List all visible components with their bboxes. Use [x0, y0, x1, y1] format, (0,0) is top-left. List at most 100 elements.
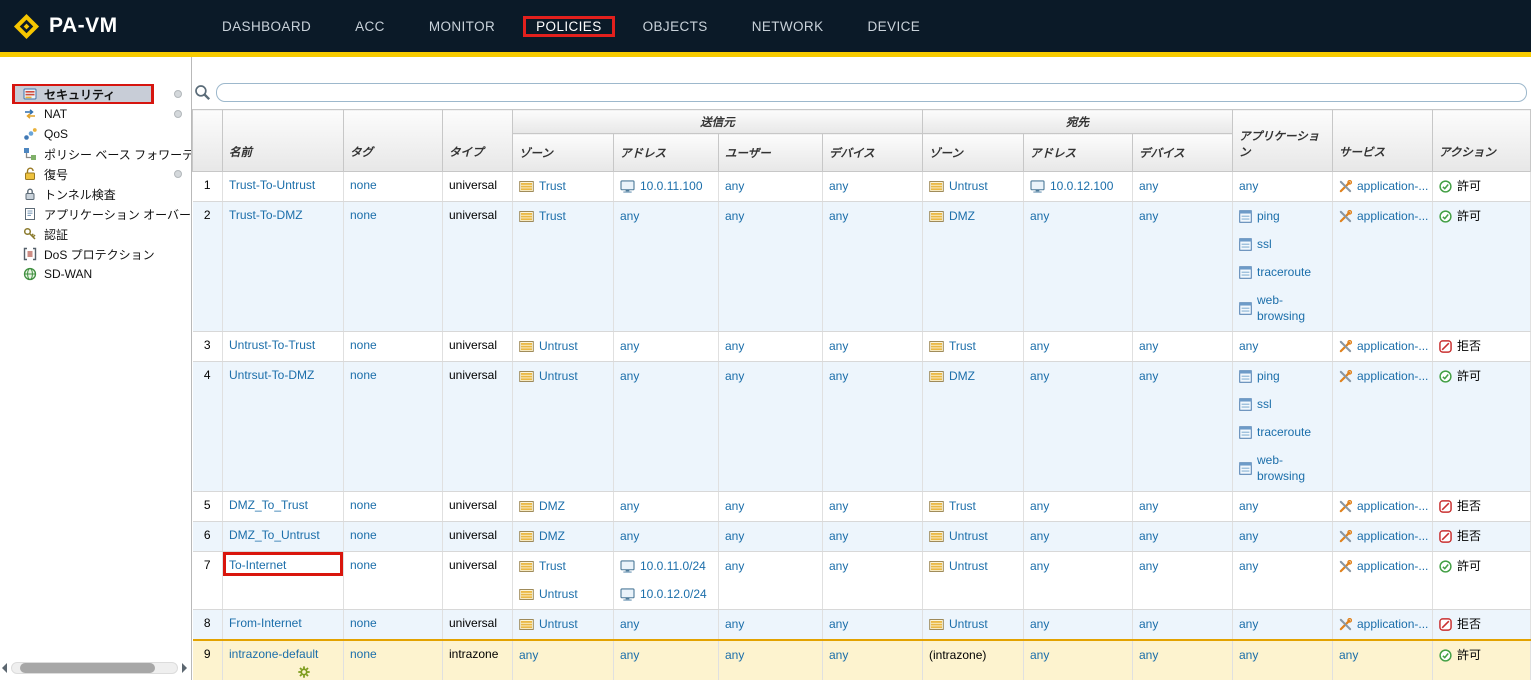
- rule-name-link[interactable]: To-Internet: [229, 558, 286, 572]
- nav-tab-objects[interactable]: OBJECTS: [621, 11, 730, 42]
- cell-value[interactable]: any: [1239, 647, 1258, 663]
- cell-value[interactable]: 10.0.12.100: [1050, 178, 1113, 194]
- rule-row[interactable]: 9intrazone-defaultnoneintrazoneanyanyany…: [193, 640, 1531, 680]
- cell-value[interactable]: any: [1139, 178, 1158, 194]
- cell-value[interactable]: ssl: [1257, 396, 1272, 412]
- cell-value[interactable]: application-...: [1357, 498, 1428, 514]
- tag-value[interactable]: none: [350, 368, 377, 382]
- cell-value[interactable]: 10.0.11.100: [640, 178, 703, 194]
- cell-value[interactable]: any: [1239, 338, 1258, 354]
- cell-value[interactable]: any: [1139, 338, 1158, 354]
- cell-value[interactable]: any: [1139, 558, 1158, 574]
- col-header-type[interactable]: タイプ: [443, 110, 513, 172]
- scroll-left-arrow-icon[interactable]: [2, 663, 7, 673]
- cell-value[interactable]: any: [725, 338, 744, 354]
- cell-value[interactable]: any: [1139, 498, 1158, 514]
- tag-value[interactable]: none: [350, 498, 377, 512]
- cell-value[interactable]: Trust: [949, 338, 976, 354]
- col-header-action[interactable]: アクション: [1433, 110, 1531, 172]
- cell-value[interactable]: Trust: [539, 208, 566, 224]
- col-header-destination-zone[interactable]: ゾーン: [923, 134, 1024, 172]
- sidebar-item-decryption[interactable]: 復号: [0, 164, 191, 184]
- cell-value[interactable]: any: [725, 647, 744, 663]
- cell-value[interactable]: any: [1139, 368, 1158, 384]
- scroll-track[interactable]: [11, 662, 178, 674]
- rule-name-link[interactable]: DMZ_To_Untrust: [229, 528, 320, 542]
- cell-value[interactable]: any: [1239, 558, 1258, 574]
- cell-value[interactable]: any: [829, 647, 848, 663]
- cell-value[interactable]: any: [829, 498, 848, 514]
- cell-value[interactable]: any: [829, 528, 848, 544]
- cell-value[interactable]: any: [829, 368, 848, 384]
- cell-value[interactable]: application-...: [1357, 208, 1428, 224]
- col-header-source-address[interactable]: アドレス: [614, 134, 719, 172]
- rule-row[interactable]: 6DMZ_To_UntrustnoneuniversalDMZanyanyany…: [193, 522, 1531, 552]
- tag-value[interactable]: none: [350, 647, 377, 661]
- scroll-right-arrow-icon[interactable]: [182, 663, 187, 673]
- cell-value[interactable]: application-...: [1357, 558, 1428, 574]
- filter-input[interactable]: [216, 83, 1527, 102]
- cell-value[interactable]: application-...: [1357, 616, 1428, 632]
- rule-name-link[interactable]: DMZ_To_Trust: [229, 498, 308, 512]
- col-header-source-device[interactable]: デバイス: [823, 134, 923, 172]
- cell-value[interactable]: any: [1030, 208, 1049, 224]
- cell-value[interactable]: any: [620, 528, 639, 544]
- nav-tab-network[interactable]: NETWORK: [730, 11, 846, 42]
- cell-value[interactable]: any: [1030, 616, 1049, 632]
- cell-value[interactable]: any: [725, 208, 744, 224]
- cell-value[interactable]: any: [725, 528, 744, 544]
- col-header-source-user[interactable]: ユーザー: [719, 134, 823, 172]
- sidebar-item-security[interactable]: セキュリティ: [0, 84, 191, 104]
- cell-value[interactable]: any: [1339, 647, 1358, 663]
- sidebar-item-dos-protection[interactable]: DoS プロテクション: [0, 244, 191, 264]
- gear-icon[interactable]: [297, 665, 311, 679]
- cell-value[interactable]: any: [1139, 528, 1158, 544]
- cell-value[interactable]: DMZ: [539, 528, 565, 544]
- cell-value[interactable]: any: [1139, 208, 1158, 224]
- cell-value[interactable]: Untrust: [539, 338, 578, 354]
- sidebar-item-nat[interactable]: NAT: [0, 104, 191, 124]
- cell-value[interactable]: any: [829, 616, 848, 632]
- cell-value[interactable]: DMZ: [949, 368, 975, 384]
- tag-value[interactable]: none: [350, 616, 377, 630]
- cell-value[interactable]: DMZ: [539, 498, 565, 514]
- cell-value[interactable]: any: [620, 498, 639, 514]
- cell-value[interactable]: DMZ: [949, 208, 975, 224]
- cell-value[interactable]: any: [725, 178, 744, 194]
- rule-name-link[interactable]: From-Internet: [229, 616, 302, 630]
- col-header-application[interactable]: アプリケーション: [1233, 110, 1333, 172]
- col-header-destination-device[interactable]: デバイス: [1133, 134, 1233, 172]
- cell-value[interactable]: any: [620, 616, 639, 632]
- rule-row[interactable]: 5DMZ_To_TrustnoneuniversalDMZanyanyanyTr…: [193, 492, 1531, 522]
- cell-value[interactable]: any: [1239, 498, 1258, 514]
- rule-name-link[interactable]: Untrust-To-Trust: [229, 338, 315, 352]
- cell-value[interactable]: any: [620, 338, 639, 354]
- rule-row[interactable]: 8From-InternetnoneuniversalUntrustanyany…: [193, 610, 1531, 641]
- cell-value[interactable]: any: [1030, 647, 1049, 663]
- cell-value[interactable]: any: [829, 558, 848, 574]
- cell-value[interactable]: 10.0.12.0/24: [640, 586, 707, 602]
- sidebar-item-sd-wan[interactable]: SD-WAN: [0, 264, 191, 284]
- cell-value[interactable]: any: [620, 647, 639, 663]
- cell-value[interactable]: any: [1139, 647, 1158, 663]
- nav-tab-device[interactable]: DEVICE: [845, 11, 942, 42]
- sidebar-horizontal-scrollbar[interactable]: [2, 661, 187, 675]
- cell-value[interactable]: Untrust: [949, 558, 988, 574]
- sidebar-item-authentication[interactable]: 認証: [0, 224, 191, 244]
- sidebar-item-application-override[interactable]: アプリケーション オーバーライ: [0, 204, 191, 224]
- rule-name-link[interactable]: Trust-To-Untrust: [229, 178, 315, 192]
- cell-value[interactable]: Untrust: [949, 178, 988, 194]
- cell-value[interactable]: any: [725, 368, 744, 384]
- cell-value[interactable]: Trust: [539, 558, 566, 574]
- cell-value[interactable]: any: [1030, 368, 1049, 384]
- nav-tab-dashboard[interactable]: DASHBOARD: [200, 11, 333, 42]
- cell-value[interactable]: Untrust: [539, 368, 578, 384]
- cell-value[interactable]: application-...: [1357, 178, 1428, 194]
- col-header-source-zone[interactable]: ゾーン: [513, 134, 614, 172]
- col-header-service[interactable]: サービス: [1333, 110, 1433, 172]
- rule-name-link[interactable]: Trust-To-DMZ: [229, 208, 303, 222]
- cell-value[interactable]: any: [1030, 498, 1049, 514]
- cell-value[interactable]: application-...: [1357, 338, 1428, 354]
- cell-value[interactable]: Untrust: [949, 616, 988, 632]
- sidebar-item-qos[interactable]: QoS: [0, 124, 191, 144]
